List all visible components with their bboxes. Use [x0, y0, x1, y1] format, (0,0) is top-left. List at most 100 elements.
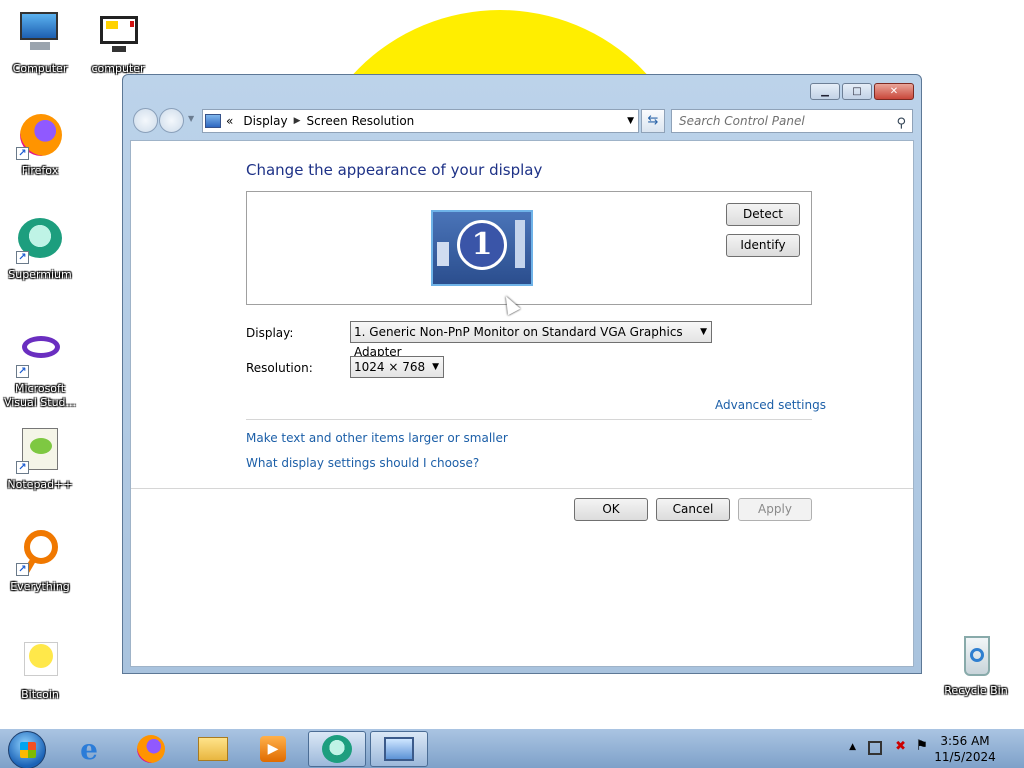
minimize-button[interactable]: ▁ — [810, 83, 840, 100]
icon-label: Computer — [12, 62, 68, 75]
display-label: Display: — [246, 326, 294, 340]
search-placeholder: Search Control Panel — [679, 114, 805, 128]
resolution-select-value: 1024 × 768 — [354, 360, 426, 374]
taskbar-supermium[interactable] — [308, 731, 366, 767]
breadcrumb-overflow[interactable]: « — [226, 114, 233, 128]
navigation-bar: ▼ « Display ▶ Screen Resolution ▼ ⇆ Sear… — [131, 108, 913, 134]
icon-label: Bitcoin — [21, 688, 59, 701]
desktop-icon-firefox[interactable]: ↗ Firefox — [0, 112, 80, 178]
icon-label: Notepad++ — [7, 478, 73, 491]
breadcrumb-display[interactable]: Display — [243, 114, 287, 128]
action-center-flag-icon[interactable]: ⚑ — [915, 738, 928, 754]
icon-label: Microsoft Visual Stud... — [3, 382, 77, 409]
monitor-icon — [94, 10, 142, 58]
clock-date: 11/5/2024 — [934, 750, 996, 764]
taskbar-control-panel[interactable] — [370, 731, 428, 767]
cancel-button[interactable]: Cancel — [656, 498, 730, 521]
firefox-icon: ↗ — [16, 112, 64, 160]
folder-icon — [198, 737, 228, 761]
monitor-number: 1 — [457, 220, 507, 270]
desktop-icon-visual-studio[interactable]: ↗ Microsoft Visual Stud... — [0, 330, 80, 410]
icon-label: Firefox — [21, 164, 59, 177]
detect-button[interactable]: Detect — [726, 203, 800, 226]
icon-label: Everything — [10, 580, 70, 593]
breadcrumb-arrow-icon[interactable]: ▶ — [294, 116, 301, 126]
close-icon: ✕ — [889, 86, 899, 97]
taskbar-media-player[interactable]: ▶ — [244, 731, 302, 767]
desktop-icon-computer-shortcut[interactable]: computer — [78, 10, 158, 76]
text-size-link[interactable]: Make text and other items larger or smal… — [246, 431, 508, 445]
close-button[interactable]: ✕ — [874, 83, 914, 100]
visual-studio-icon: ↗ — [16, 330, 64, 378]
supermium-icon: ↗ — [16, 216, 64, 264]
shortcut-arrow-icon: ↗ — [16, 251, 29, 264]
display-select-value: 1. Generic Non-PnP Monitor on Standard V… — [354, 325, 683, 359]
apply-button[interactable]: Apply — [738, 498, 812, 521]
taskbar-file-explorer[interactable] — [184, 731, 242, 767]
internet-explorer-icon: e — [80, 732, 98, 766]
desktop-icon-notepad-plus-plus[interactable]: ↗ Notepad++ — [0, 426, 80, 492]
back-button[interactable] — [133, 108, 158, 133]
resolution-select[interactable]: 1024 × 768 ▼ — [350, 356, 444, 378]
firefox-icon — [137, 735, 165, 763]
display-help-link[interactable]: What display settings should I choose? — [246, 456, 479, 470]
refresh-icon: ⇆ — [647, 113, 659, 128]
caption-buttons: ▁ □ ✕ — [810, 83, 914, 100]
desktop-icon-computer[interactable]: Computer — [0, 10, 80, 76]
address-dropdown-icon[interactable]: ▼ — [627, 116, 634, 126]
everything-icon: ↗ — [16, 528, 64, 576]
chevron-down-icon: ▼ — [700, 327, 707, 337]
display-select[interactable]: 1. Generic Non-PnP Monitor on Standard V… — [350, 321, 712, 359]
media-player-icon: ▶ — [260, 736, 286, 762]
icon-label: Recycle Bin — [944, 684, 1008, 697]
resolution-label: Resolution: — [246, 361, 313, 375]
bitcoin-icon — [16, 636, 64, 684]
recent-pages-dropdown-icon[interactable]: ▼ — [188, 114, 194, 123]
desktop-icon-bitcoin[interactable]: Bitcoin — [0, 636, 80, 702]
desktop-icon-everything[interactable]: ↗ Everything — [0, 528, 80, 594]
start-button[interactable] — [8, 731, 46, 768]
taskbar-firefox[interactable] — [122, 731, 180, 767]
shortcut-arrow-icon: ↗ — [16, 563, 29, 576]
monitor-1-tile[interactable]: 1 — [431, 210, 533, 286]
ok-button[interactable]: OK — [574, 498, 648, 521]
maximize-icon: □ — [852, 86, 862, 97]
show-hidden-icons-icon[interactable]: ▲ — [849, 742, 856, 752]
display-preview: 1 Detect Identify — [246, 191, 812, 305]
refresh-button[interactable]: ⇆ — [641, 109, 665, 133]
control-panel-icon — [384, 737, 414, 761]
clock[interactable]: 3:56 AM 11/5/2024 — [930, 733, 1000, 765]
page-title: Change the appearance of your display — [246, 161, 543, 179]
clock-time: 3:56 AM — [940, 734, 990, 748]
chevron-down-icon: ▼ — [432, 362, 439, 372]
icon-label: Supermium — [8, 268, 72, 281]
volume-muted-icon[interactable]: ✖ — [895, 739, 906, 754]
forward-button[interactable] — [159, 108, 184, 133]
taskbar: e ▶ ▲ ✖ ⚑ 3:56 AM 11/5/2024 — [0, 728, 1024, 768]
windows-logo-icon — [20, 742, 36, 758]
screen-resolution-window: ▁ □ ✕ ▼ « Display ▶ Screen Resolution ▼ … — [122, 74, 922, 674]
desktop-icon-supermium[interactable]: ↗ Supermium — [0, 216, 80, 282]
search-icon[interactable]: ⚲ — [896, 113, 906, 135]
desktop-icon-recycle-bin[interactable]: Recycle Bin — [936, 632, 1016, 698]
computer-icon — [16, 10, 64, 58]
advanced-settings-link[interactable]: Advanced settings — [715, 398, 826, 412]
identify-button[interactable]: Identify — [726, 234, 800, 257]
supermium-icon — [322, 735, 352, 763]
notepad-plus-plus-icon: ↗ — [16, 426, 64, 474]
breadcrumb-screen-resolution[interactable]: Screen Resolution — [307, 114, 415, 128]
control-panel-icon — [205, 114, 221, 128]
monitor-tile-strip — [515, 220, 525, 268]
minimize-icon: ▁ — [821, 86, 829, 97]
shortcut-arrow-icon: ↗ — [16, 147, 29, 160]
maximize-button[interactable]: □ — [842, 83, 872, 100]
footer-divider — [131, 488, 913, 489]
content-pane: Change the appearance of your display 1 … — [130, 140, 914, 667]
shortcut-arrow-icon: ↗ — [16, 365, 29, 378]
monitor-tile-left-strip — [437, 242, 449, 266]
network-icon[interactable] — [868, 741, 882, 755]
taskbar-internet-explorer[interactable]: e — [60, 731, 118, 767]
address-bar[interactable]: « Display ▶ Screen Resolution ▼ — [202, 109, 639, 133]
divider — [246, 419, 812, 420]
search-box[interactable]: Search Control Panel ⚲ — [671, 109, 913, 133]
